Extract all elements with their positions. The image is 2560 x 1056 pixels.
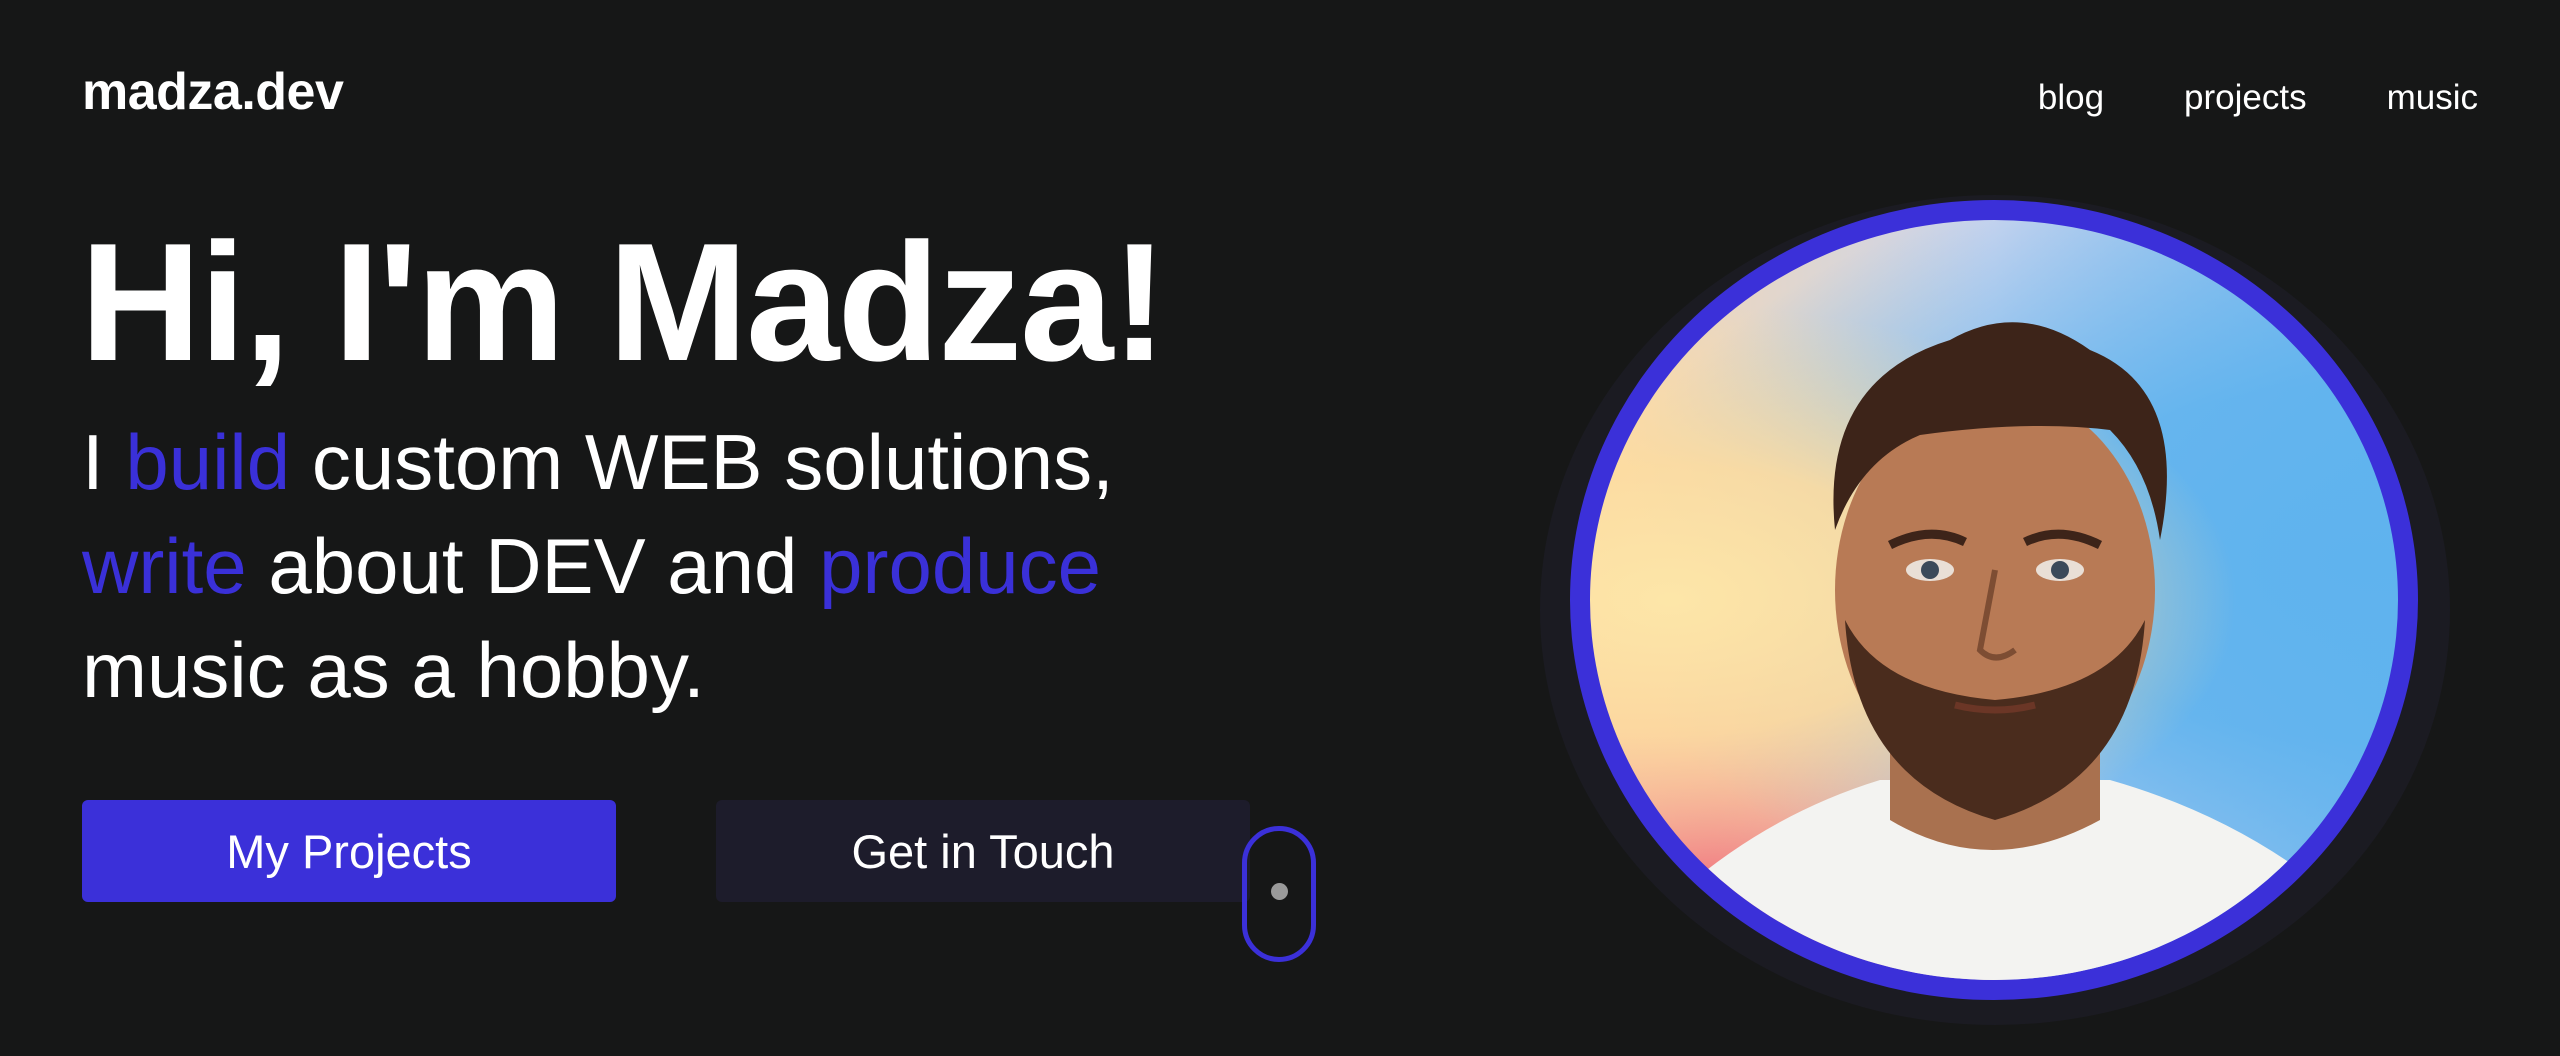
subtitle-accent-build: build <box>125 418 291 506</box>
subtitle-text: music as a hobby. <box>82 626 705 714</box>
scroll-wheel-dot <box>1270 883 1288 900</box>
portrait-illustration <box>1650 322 2350 980</box>
nav-link-projects[interactable]: projects <box>2184 80 2307 115</box>
site-logo[interactable]: madza.dev <box>82 66 344 118</box>
page: madza.dev blog projects music Hi, I'm Ma… <box>0 0 2560 1056</box>
avatar <box>1570 200 2418 1000</box>
scroll-mouse-icon[interactable] <box>1242 826 1316 962</box>
subtitle-text: custom WEB solutions, <box>290 418 1114 506</box>
nav-link-music[interactable]: music <box>2387 80 2478 115</box>
hero-title: Hi, I'm Madza! <box>80 208 1167 396</box>
main-nav: blog projects music <box>2038 80 2478 115</box>
get-in-touch-button[interactable]: Get in Touch <box>716 800 1250 902</box>
subtitle-text: I <box>82 418 126 506</box>
nav-link-blog[interactable]: blog <box>2038 80 2104 115</box>
subtitle-accent-produce: produce <box>819 522 1101 610</box>
my-projects-button[interactable]: My Projects <box>82 800 616 902</box>
subtitle-text: about DEV and <box>246 522 820 610</box>
subtitle-accent-write: write <box>82 522 247 610</box>
hero-subtitle: I build custom WEB solutions, write about… <box>82 410 1382 722</box>
